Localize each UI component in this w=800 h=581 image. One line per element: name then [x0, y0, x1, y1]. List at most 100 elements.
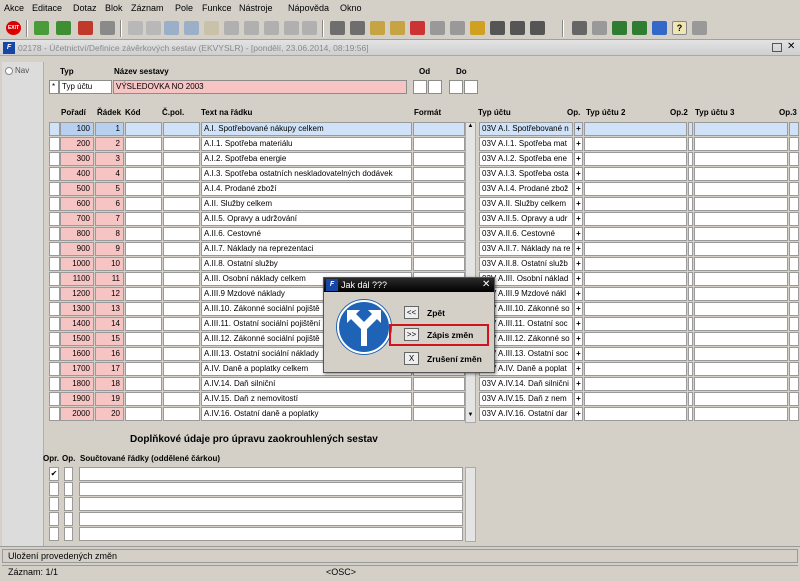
cell-op2[interactable] [688, 362, 693, 376]
cell-op2[interactable] [688, 347, 693, 361]
cell-radek[interactable]: 4 [95, 167, 124, 181]
menu-akce[interactable]: Akce [4, 3, 24, 13]
cell-op2[interactable] [688, 302, 693, 316]
cell-formule[interactable] [413, 392, 465, 406]
cell-cpol[interactable] [163, 377, 200, 391]
cell-kod[interactable] [125, 182, 162, 196]
cell-text[interactable]: A.I. Spotřebované nákupy celkem [201, 122, 412, 136]
cell-poradi[interactable]: 1800 [60, 377, 94, 391]
cell-op3[interactable] [789, 257, 799, 271]
cell-typ2[interactable] [584, 242, 687, 256]
cell-poradi[interactable]: 900 [60, 242, 94, 256]
cell-text[interactable]: A.IV.15. Daň z nemovitostí [201, 392, 412, 406]
cell-op3[interactable] [789, 152, 799, 166]
next-block-icon[interactable] [146, 21, 161, 35]
cell-kod[interactable] [125, 332, 162, 346]
cancel-changes-label[interactable]: Zrušení změn [427, 354, 482, 364]
filter-icon[interactable] [224, 21, 239, 35]
cell-op[interactable]: + [574, 272, 583, 286]
nav-label[interactable]: Nav [15, 66, 29, 75]
cell-op3[interactable] [789, 182, 799, 196]
tool-icon[interactable] [692, 21, 707, 35]
opr-checkbox[interactable] [49, 512, 59, 526]
cell-cpol[interactable] [163, 332, 200, 346]
op-field[interactable] [64, 467, 73, 481]
cell-typ[interactable]: 03V A.I.1. Spotřeba mat [479, 137, 573, 151]
cell-op[interactable]: + [574, 122, 583, 136]
opr-checkbox[interactable] [49, 482, 59, 496]
cell-formule[interactable] [413, 227, 465, 241]
cell-poradi[interactable]: 1700 [60, 362, 94, 376]
cell-formule[interactable] [413, 197, 465, 211]
cell-op[interactable]: + [574, 362, 583, 376]
cell-op2[interactable] [688, 242, 693, 256]
print-icon[interactable] [100, 21, 115, 35]
cell-poradi[interactable]: 1300 [60, 302, 94, 316]
cell-op3[interactable] [789, 362, 799, 376]
cell-poradi[interactable]: 1100 [60, 272, 94, 286]
cell-op3[interactable] [789, 212, 799, 226]
cell-kod[interactable] [125, 362, 162, 376]
cell-typ2[interactable] [584, 167, 687, 181]
cell-op[interactable]: + [574, 347, 583, 361]
cell-typ3[interactable] [694, 392, 788, 406]
cell-typ2[interactable] [584, 347, 687, 361]
cell-poradi[interactable]: 1500 [60, 332, 94, 346]
menu-okno[interactable]: Okno [340, 3, 362, 13]
tool-icon[interactable] [430, 21, 445, 35]
cell-op[interactable]: + [574, 152, 583, 166]
cell-op3[interactable] [789, 197, 799, 211]
cell-cpol[interactable] [163, 347, 200, 361]
cut-icon[interactable] [330, 21, 345, 35]
cell-op2[interactable] [688, 407, 693, 421]
cell-radek[interactable]: 5 [95, 182, 124, 196]
cell-op[interactable]: + [574, 137, 583, 151]
cell-op2[interactable] [688, 182, 693, 196]
cell-op3[interactable] [789, 287, 799, 301]
cell-op[interactable]: + [574, 332, 583, 346]
cell-typ[interactable]: 03V A.II.6. Cestovné [479, 227, 573, 241]
cell-radek[interactable]: 10 [95, 257, 124, 271]
cell-poradi[interactable]: 1200 [60, 287, 94, 301]
cell-cpol[interactable] [163, 257, 200, 271]
cell-cpol[interactable] [163, 197, 200, 211]
cell-op[interactable]: + [574, 287, 583, 301]
cell-typ2[interactable] [584, 407, 687, 421]
opr-checkbox[interactable] [49, 527, 59, 541]
cell-op3[interactable] [789, 272, 799, 286]
cell-cpol[interactable] [163, 302, 200, 316]
cell-op2[interactable] [688, 152, 693, 166]
cell-formule[interactable] [413, 377, 465, 391]
tool-icon[interactable] [410, 21, 425, 35]
cell-cpol[interactable] [163, 407, 200, 421]
cell-radek[interactable]: 13 [95, 302, 124, 316]
cell-poradi[interactable]: 1000 [60, 257, 94, 271]
cell-text[interactable]: A.I.4. Prodané zboží [201, 182, 412, 196]
cell-typ[interactable]: 03V A.I.2. Spotřeba ene [479, 152, 573, 166]
cell-typ2[interactable] [584, 317, 687, 331]
cell-typ3[interactable] [694, 407, 788, 421]
menu-blok[interactable]: Blok [105, 3, 123, 13]
cell-typ2[interactable] [584, 182, 687, 196]
export-icon[interactable] [632, 21, 647, 35]
cell-poradi[interactable]: 2000 [60, 407, 94, 421]
cell-cpol[interactable] [163, 167, 200, 181]
tool-icon[interactable] [470, 21, 485, 35]
cell-radek[interactable]: 16 [95, 347, 124, 361]
cell-radek[interactable]: 18 [95, 377, 124, 391]
cell-op[interactable]: + [574, 167, 583, 181]
cell-op2[interactable] [688, 272, 693, 286]
cell-poradi[interactable]: 800 [60, 227, 94, 241]
cell-typ[interactable]: 03V A.II.7. Náklady na re [479, 242, 573, 256]
cell-op2[interactable] [688, 257, 693, 271]
cell-typ3[interactable] [694, 182, 788, 196]
cell-op3[interactable] [789, 227, 799, 241]
cell-typ3[interactable] [694, 137, 788, 151]
cell-formule[interactable] [413, 182, 465, 196]
cell-radek[interactable]: 17 [95, 362, 124, 376]
cell-typ2[interactable] [584, 257, 687, 271]
cell-radek[interactable]: 20 [95, 407, 124, 421]
cell-typ3[interactable] [694, 257, 788, 271]
opr-checkbox[interactable]: ✔ [49, 467, 59, 481]
scroll-up-icon[interactable]: ▲ [466, 123, 475, 133]
